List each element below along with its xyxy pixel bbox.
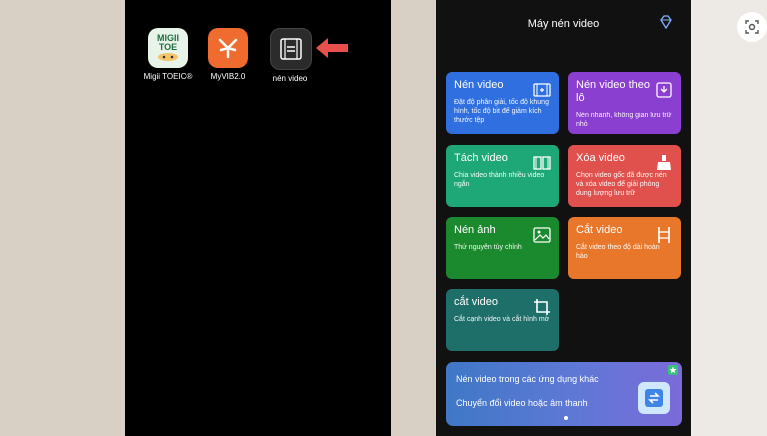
- card-title: Cắt video: [576, 224, 623, 236]
- myvib-logo-icon: [208, 28, 248, 68]
- migii-face-icon: [158, 53, 178, 61]
- card-title: Nén video: [454, 79, 504, 91]
- right-background: [691, 0, 767, 436]
- card-desc: Cắt cạnh video và cắt hình mờ: [454, 316, 550, 323]
- app-label: MyVIB2.0: [210, 72, 246, 81]
- app-label: nén video: [272, 74, 308, 83]
- diamond-icon[interactable]: [659, 15, 673, 29]
- app-video-compressor[interactable]: nén video: [270, 28, 312, 83]
- camera-button[interactable]: [737, 12, 767, 42]
- download-box-icon: [656, 82, 672, 98]
- card-desc: Đặt độ phân giải, tốc độ khung hình, tốc…: [454, 99, 549, 124]
- app-label: Migii TOEIC®: [143, 72, 193, 81]
- card-title: cắt video: [454, 296, 499, 308]
- app-header: Máy nén video: [436, 0, 691, 48]
- card-title: Nén ảnh: [454, 224, 496, 236]
- other-apps-banner[interactable]: Nén video trong các ứng dụng khác Chuyển…: [446, 362, 682, 426]
- image-icon: [533, 227, 551, 243]
- red-arrow-icon: [316, 38, 348, 58]
- film-split-icon: [533, 156, 551, 170]
- card-desc: Cắt video theo độ dài hoàn hảo: [576, 244, 660, 260]
- page-indicator-dot: [564, 416, 568, 420]
- card-title: Xóa video: [576, 152, 625, 164]
- card-delete-video[interactable]: Xóa video Chọn video gốc đã được nén và …: [568, 145, 681, 207]
- card-title: Nén video theo lô: [576, 79, 650, 104]
- card-split-video[interactable]: Tách video Chia video thành nhiều video …: [446, 145, 559, 207]
- card-batch-compress[interactable]: Nén video theo lô Nén nhanh, không gian …: [568, 72, 681, 134]
- card-compress-image[interactable]: Nén ảnh Thứ nguyên tùy chỉnh: [446, 217, 559, 279]
- camera-focus-icon: [745, 20, 759, 34]
- app-screen: Máy nén video Nén video Đặt độ phân giải…: [436, 0, 691, 436]
- migii-logo-mid: TOE: [158, 42, 178, 52]
- card-trim-video[interactable]: Cắt video Cắt video theo độ dài hoàn hảo: [568, 217, 681, 279]
- card-compress-video[interactable]: Nén video Đặt độ phân giải, tốc độ khung…: [446, 72, 559, 134]
- card-desc: Chọn video gốc đã được nén và xóa video …: [576, 172, 667, 197]
- home-screen: MIGII TOE Migii TOEIC® MyVIB2.0 nén vide…: [125, 0, 391, 436]
- star-badge-icon: [668, 365, 678, 375]
- film-resize-icon: [533, 83, 551, 97]
- app-migii-toeic[interactable]: MIGII TOE Migii TOEIC®: [144, 28, 192, 81]
- card-desc: Thứ nguyên tùy chỉnh: [454, 244, 522, 251]
- page-title: Máy nén video: [527, 18, 600, 30]
- trim-icon: [658, 227, 670, 243]
- card-desc: Nén nhanh, không gian lưu trữ nhỏ: [576, 112, 672, 128]
- film-compress-icon: [270, 28, 312, 70]
- convert-video-icon: [638, 382, 670, 414]
- card-desc: Chia video thành nhiều video ngắn: [454, 172, 545, 188]
- migii-logo-icon: MIGII TOE: [148, 28, 188, 68]
- left-background: [0, 0, 125, 436]
- card-crop-video[interactable]: cắt video Cắt cạnh video và cắt hình mờ: [446, 289, 559, 351]
- card-title: Tách video: [454, 152, 508, 164]
- middle-background: [391, 0, 436, 436]
- app-myvib[interactable]: MyVIB2.0: [208, 28, 248, 81]
- crop-icon: [534, 299, 550, 315]
- broom-icon: [657, 155, 671, 170]
